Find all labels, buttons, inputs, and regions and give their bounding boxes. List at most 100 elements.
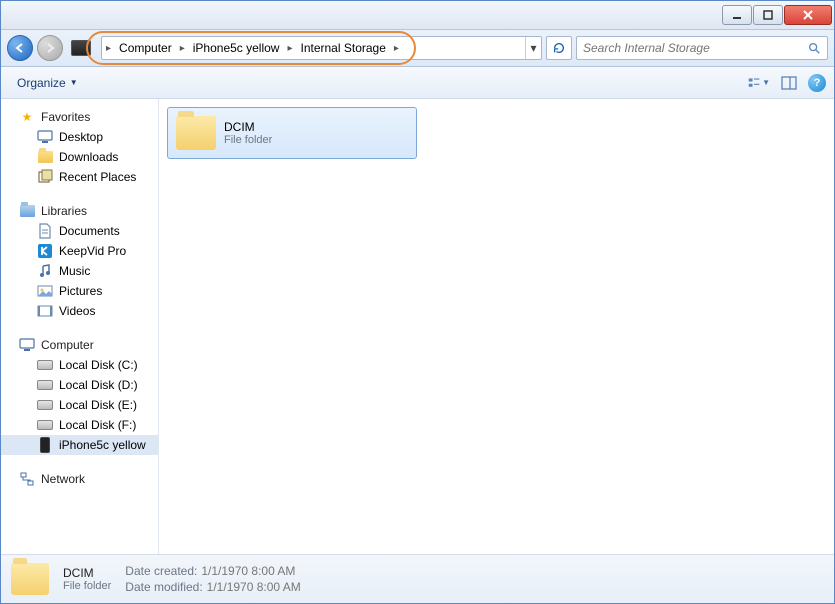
sidebar-item-disk-e[interactable]: Local Disk (E:)	[1, 395, 158, 415]
libraries-label: Libraries	[41, 204, 87, 218]
star-icon: ★	[19, 109, 35, 125]
refresh-button[interactable]	[546, 36, 572, 60]
computer-label: Computer	[41, 338, 94, 352]
sidebar-item-iphone[interactable]: iPhone5c yellow	[1, 435, 158, 455]
sidebar-item-label: Documents	[59, 224, 120, 238]
sidebar-item-label: iPhone5c yellow	[59, 438, 146, 452]
favorites-group: ★ Favorites Desktop Downloads Recent Pla…	[1, 107, 158, 187]
desktop-icon	[37, 129, 53, 145]
content-pane[interactable]: DCIM File folder	[159, 99, 834, 554]
breadcrumb-internal-storage[interactable]: Internal Storage	[297, 41, 390, 55]
chevron-right-icon[interactable]: ▸	[283, 43, 296, 54]
toolbar-right: ▼ ?	[748, 73, 826, 93]
favorites-label: Favorites	[41, 110, 90, 124]
preview-pane-button[interactable]	[778, 73, 800, 93]
chevron-right-icon[interactable]: ▸	[390, 43, 403, 54]
status-dates: Date created: 1/1/1970 8:00 AM Date modif…	[125, 564, 300, 594]
address-dropdown[interactable]: ▾	[525, 37, 541, 59]
folder-name: DCIM	[224, 120, 272, 134]
network-icon	[19, 471, 35, 487]
date-created-label: Date created:	[125, 564, 197, 578]
videos-icon	[37, 303, 53, 319]
libraries-group: Libraries Documents KeepVid Pro Music Pi…	[1, 201, 158, 321]
navigation-row: ▸ Computer ▸ iPhone5c yellow ▸ Internal …	[1, 30, 834, 67]
sidebar-item-label: Local Disk (E:)	[59, 398, 137, 412]
network-header[interactable]: Network	[1, 469, 158, 489]
search-box[interactable]	[576, 36, 828, 60]
sidebar-item-videos[interactable]: Videos	[1, 301, 158, 321]
sidebar-item-label: Pictures	[59, 284, 102, 298]
maximize-button[interactable]	[753, 5, 783, 25]
sidebar-item-label: Downloads	[59, 150, 118, 164]
minimize-button[interactable]	[722, 5, 752, 25]
sidebar-item-pictures[interactable]: Pictures	[1, 281, 158, 301]
details-pane: DCIM File folder Date created: 1/1/1970 8…	[1, 554, 834, 603]
computer-header[interactable]: Computer	[1, 335, 158, 355]
close-button[interactable]	[784, 5, 832, 25]
chevron-down-icon: ▼	[70, 78, 78, 87]
status-name: DCIM	[63, 566, 111, 580]
network-group: Network	[1, 469, 158, 489]
title-bar	[1, 1, 834, 30]
documents-icon	[37, 223, 53, 239]
sidebar-item-label: Local Disk (C:)	[59, 358, 138, 372]
breadcrumb-iphone[interactable]: iPhone5c yellow	[189, 41, 284, 55]
search-input[interactable]	[583, 41, 807, 55]
organize-label: Organize	[17, 76, 66, 90]
sidebar-item-recent-places[interactable]: Recent Places	[1, 167, 158, 187]
libraries-header[interactable]: Libraries	[1, 201, 158, 221]
chevron-right-icon[interactable]: ▸	[176, 43, 189, 54]
favorites-header[interactable]: ★ Favorites	[1, 107, 158, 127]
location-icon	[71, 40, 91, 56]
command-bar: Organize ▼ ▼ ?	[1, 67, 834, 99]
network-label: Network	[41, 472, 85, 486]
libraries-icon	[19, 203, 35, 219]
recent-icon	[37, 169, 53, 185]
window-controls	[722, 5, 832, 25]
navigation-pane: ★ Favorites Desktop Downloads Recent Pla…	[1, 99, 159, 554]
date-modified-value: 1/1/1970 8:00 AM	[207, 580, 301, 594]
sidebar-item-label: Music	[59, 264, 90, 278]
sidebar-item-label: Videos	[59, 304, 95, 318]
date-created-value: 1/1/1970 8:00 AM	[201, 564, 295, 578]
computer-group: Computer Local Disk (C:) Local Disk (D:)…	[1, 335, 158, 455]
pictures-icon	[37, 283, 53, 299]
folder-item-dcim[interactable]: DCIM File folder	[167, 107, 417, 159]
status-main: DCIM File folder	[63, 566, 111, 592]
sidebar-item-label: Desktop	[59, 130, 103, 144]
phone-icon	[37, 437, 53, 453]
music-icon	[37, 263, 53, 279]
sidebar-item-downloads[interactable]: Downloads	[1, 147, 158, 167]
disk-icon	[37, 357, 53, 373]
disk-icon	[37, 377, 53, 393]
sidebar-item-keepvid[interactable]: KeepVid Pro	[1, 241, 158, 261]
sidebar-item-label: KeepVid Pro	[59, 244, 126, 258]
breadcrumb-computer[interactable]: Computer	[115, 41, 176, 55]
sidebar-item-disk-f[interactable]: Local Disk (F:)	[1, 415, 158, 435]
sidebar-item-music[interactable]: Music	[1, 261, 158, 281]
sidebar-item-disk-d[interactable]: Local Disk (D:)	[1, 375, 158, 395]
computer-icon	[19, 337, 35, 353]
body: ★ Favorites Desktop Downloads Recent Pla…	[1, 99, 834, 554]
view-options-button[interactable]: ▼	[748, 73, 770, 93]
keepvid-icon	[37, 243, 53, 259]
help-button[interactable]: ?	[808, 74, 826, 92]
status-type: File folder	[63, 580, 111, 592]
chevron-right-icon[interactable]: ▸	[102, 43, 115, 54]
folder-icon	[176, 116, 216, 150]
sidebar-item-documents[interactable]: Documents	[1, 221, 158, 241]
folder-type: File folder	[224, 134, 272, 146]
sidebar-item-desktop[interactable]: Desktop	[1, 127, 158, 147]
disk-icon	[37, 417, 53, 433]
back-button[interactable]	[7, 35, 33, 61]
folder-text: DCIM File folder	[224, 120, 272, 146]
sidebar-item-disk-c[interactable]: Local Disk (C:)	[1, 355, 158, 375]
forward-button[interactable]	[37, 35, 63, 61]
date-modified-label: Date modified:	[125, 580, 202, 594]
folder-icon	[11, 563, 49, 595]
search-icon	[807, 41, 821, 55]
organize-button[interactable]: Organize ▼	[9, 73, 86, 93]
downloads-icon	[37, 149, 53, 165]
sidebar-item-label: Recent Places	[59, 170, 136, 184]
address-bar[interactable]: ▸ Computer ▸ iPhone5c yellow ▸ Internal …	[101, 36, 542, 60]
